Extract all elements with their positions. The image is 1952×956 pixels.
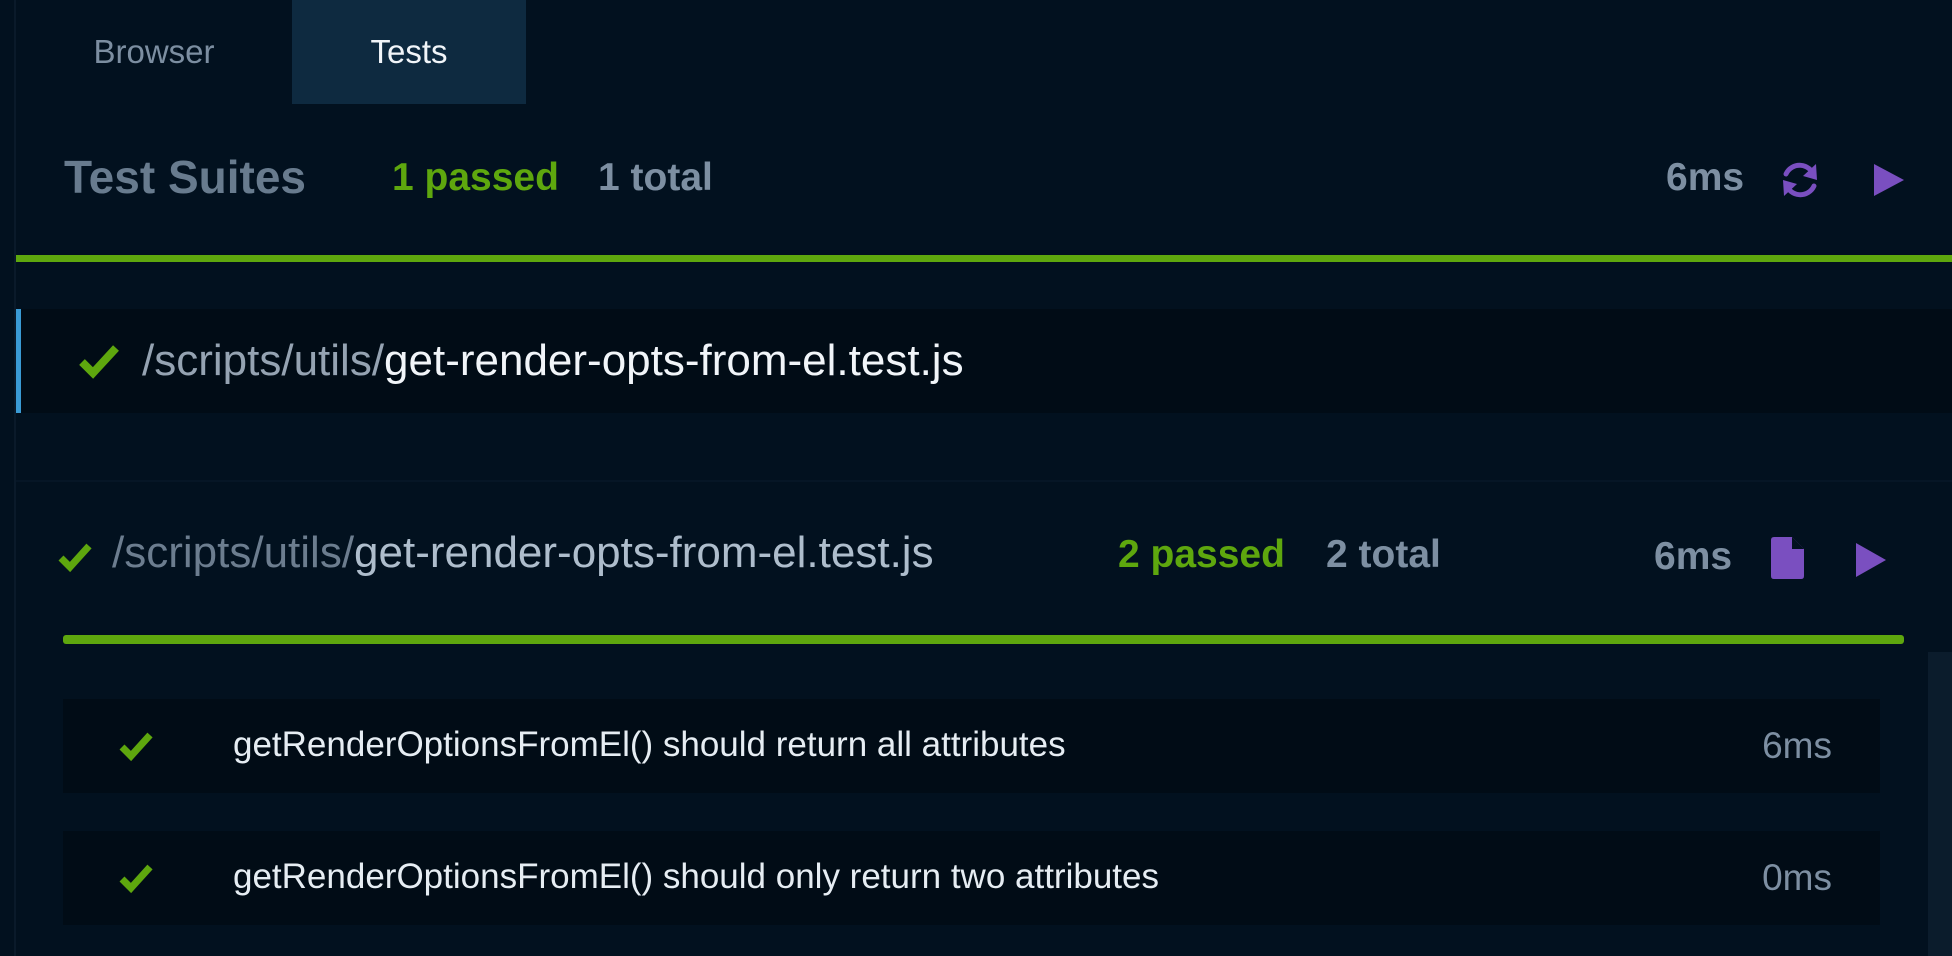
test-file-row[interactable]: /scripts/utils/get-render-opts-from-el.t… <box>16 309 1952 413</box>
suite-progress-bar <box>63 635 1904 644</box>
file-icon[interactable] <box>1768 535 1806 581</box>
tab-bar: Browser Tests <box>16 0 526 104</box>
check-icon <box>79 345 119 379</box>
suite-path-name: get-render-opts-from-el.test.js <box>354 528 934 577</box>
suite-file-path: /scripts/utils/get-render-opts-from-el.t… <box>112 528 934 578</box>
scrollbar[interactable] <box>1928 652 1952 956</box>
test-name: getRenderOptionsFromEl() should only ret… <box>233 857 1159 896</box>
test-row[interactable]: getRenderOptionsFromEl() should return a… <box>63 699 1880 793</box>
suites-progress-bar <box>16 255 1952 262</box>
check-icon <box>119 732 153 762</box>
suites-duration: 6ms <box>1666 156 1745 199</box>
file-path-name: get-render-opts-from-el.test.js <box>384 336 964 385</box>
suite-detail-header: /scripts/utils/get-render-opts-from-el.t… <box>16 505 1952 605</box>
refresh-icon[interactable] <box>1776 156 1824 204</box>
selection-marker <box>16 309 21 413</box>
test-file-path: /scripts/utils/get-render-opts-from-el.t… <box>142 336 964 386</box>
test-suites-header: Test Suites 1 passed 1 total 6ms <box>16 104 1952 254</box>
test-suites-title: Test Suites <box>64 151 306 203</box>
check-icon <box>58 543 92 573</box>
test-runner-panel: Browser Tests Test Suites 1 passed 1 tot… <box>0 0 1952 956</box>
file-path-dir: /scripts/utils/ <box>142 336 385 385</box>
test-name: getRenderOptionsFromEl() should return a… <box>233 725 1066 764</box>
tab-browser[interactable]: Browser <box>16 0 292 104</box>
run-all-play-icon[interactable] <box>1868 158 1908 202</box>
section-divider <box>16 480 1952 482</box>
test-duration: 0ms <box>1762 857 1832 898</box>
suite-total-count: 2 total <box>1326 533 1441 576</box>
suite-path-dir: /scripts/utils/ <box>112 528 355 577</box>
suite-play-icon[interactable] <box>1852 539 1888 581</box>
suites-passed-count: 1 passed <box>392 156 559 199</box>
tab-tests[interactable]: Tests <box>292 0 526 104</box>
check-icon <box>119 864 153 894</box>
suite-duration: 6ms <box>1654 535 1733 578</box>
suite-passed-count: 2 passed <box>1118 533 1285 576</box>
test-row[interactable]: getRenderOptionsFromEl() should only ret… <box>63 831 1880 925</box>
suites-total-count: 1 total <box>598 156 713 199</box>
test-duration: 6ms <box>1762 725 1832 766</box>
